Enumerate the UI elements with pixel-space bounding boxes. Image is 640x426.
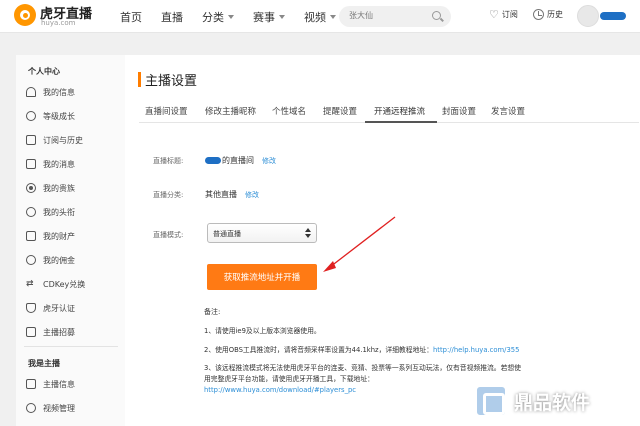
chevron-down-icon xyxy=(228,14,234,19)
tab-custom-domain[interactable]: 个性域名 xyxy=(272,105,306,117)
top-header: 虎牙直播 huya.com 首页 直播 分类 赛事 视频 张大仙 ♡ 订阅 历史 xyxy=(0,0,640,33)
message-icon xyxy=(26,159,36,169)
video-icon xyxy=(26,403,36,413)
subscribe-link[interactable]: ♡ 订阅 xyxy=(489,9,518,20)
page-title: 主播设置 xyxy=(145,74,198,89)
sidebar-item-messages[interactable]: 我的消息 xyxy=(26,156,75,172)
sidebar: 个人中心 我的信息 等级成长 订阅与历史 我的消息 我的贵族 我的头衔 我的财产… xyxy=(16,55,125,426)
help-link[interactable]: http://help.huya.com/355 xyxy=(433,346,519,354)
nav-home[interactable]: 首页 xyxy=(120,9,142,25)
clock-icon xyxy=(533,9,544,20)
sidebar-divider xyxy=(24,346,118,347)
sidebar-item-recruit[interactable]: 主播招募 xyxy=(26,324,75,340)
subscribe-label: 订阅 xyxy=(501,10,518,19)
username-redacted[interactable] xyxy=(600,12,626,20)
note-line-1: 1、请使用ie9及以上版本浏览器使用。 xyxy=(204,327,321,335)
logo-url: huya.com xyxy=(41,19,76,27)
subscribe-icon xyxy=(26,135,36,145)
stream-title-value: 的直播间 修改 xyxy=(205,155,276,166)
edit-title-link[interactable]: 修改 xyxy=(262,156,276,166)
sidebar-item-commission[interactable]: 我的佣金 xyxy=(26,252,75,268)
wallet-icon xyxy=(26,231,36,241)
cdkey-icon: ⇄ xyxy=(26,279,34,289)
main-nav: 首页 直播 分类 赛事 视频 xyxy=(120,0,355,33)
watermark: 鼎品软件 xyxy=(474,372,640,426)
huya-logo[interactable]: 虎牙直播 huya.com xyxy=(14,3,98,29)
chevron-down-icon xyxy=(330,14,336,19)
notes-title: 备注: xyxy=(204,308,221,316)
stream-category-value: 其他直播 修改 xyxy=(205,190,259,200)
sidebar-item-noble[interactable]: 我的贵族 xyxy=(26,180,75,196)
stream-mode-label: 直播模式: xyxy=(153,231,184,239)
sidebar-item-my-info[interactable]: 我的信息 xyxy=(26,84,75,100)
recruit-icon xyxy=(26,327,36,337)
tab-room-settings[interactable]: 直播间设置 xyxy=(145,105,188,117)
settings-tabs: 直播间设置 修改主播昵称 个性域名 提醒设置 开通远程推流 封面设置 发言设置 xyxy=(139,102,639,123)
stream-mode-value: 普通直播 xyxy=(213,230,241,238)
tab-chat[interactable]: 发言设置 xyxy=(491,105,525,117)
tab-edit-nickname[interactable]: 修改主播昵称 xyxy=(205,105,256,117)
active-tab-indicator xyxy=(365,121,437,123)
get-stream-url-button[interactable]: 获取推流地址并开播 xyxy=(207,264,317,290)
tab-cover[interactable]: 封面设置 xyxy=(442,105,476,117)
sidebar-item-video-manage[interactable]: 视频管理 xyxy=(26,400,75,416)
sidebar-item-cdkey[interactable]: ⇄ CDKey兑换 xyxy=(26,276,85,292)
download-link[interactable]: http://www.huya.com/download/#players_pc xyxy=(204,385,356,396)
commission-icon xyxy=(26,255,36,265)
sidebar-item-level[interactable]: 等级成长 xyxy=(26,108,75,124)
nav-category[interactable]: 分类 xyxy=(202,9,234,25)
search-input[interactable]: 张大仙 xyxy=(339,6,451,27)
sidebar-item-verification[interactable]: 虎牙认证 xyxy=(26,300,75,316)
stream-mode-select[interactable]: 普通直播 xyxy=(207,223,317,243)
note-line-2: 2、使用OBS工具推流时，请将音频采样率设置为44.1khz，详细教程地址：ht… xyxy=(204,346,520,354)
settings-panel: 主播设置 直播间设置 修改主播昵称 个性域名 提醒设置 开通远程推流 封面设置 … xyxy=(125,55,640,426)
tab-remote-stream[interactable]: 开通远程推流 xyxy=(374,105,425,117)
edit-category-link[interactable]: 修改 xyxy=(245,190,259,200)
nav-events[interactable]: 赛事 xyxy=(253,9,285,25)
history-link[interactable]: 历史 xyxy=(533,9,563,20)
home-icon xyxy=(26,87,36,97)
badge-icon xyxy=(26,207,36,217)
sidebar-item-streamer-info[interactable]: 主播信息 xyxy=(26,376,75,392)
tiger-eye-icon xyxy=(14,4,36,26)
select-arrows-icon xyxy=(305,228,311,239)
sidebar-item-titles[interactable]: 我的头衔 xyxy=(26,204,75,220)
noble-icon xyxy=(26,183,36,193)
medal-icon xyxy=(26,111,36,121)
search-icon[interactable] xyxy=(432,11,441,20)
tab-reminders[interactable]: 提醒设置 xyxy=(323,105,357,117)
chevron-down-icon xyxy=(279,14,285,19)
sidebar-item-assets[interactable]: 我的财产 xyxy=(26,228,75,244)
sidebar-group-streamer: 我是主播 xyxy=(28,359,60,368)
stream-category-label: 直播分类: xyxy=(153,191,184,199)
verify-icon xyxy=(26,303,36,313)
note-line-3b: 用完整虎牙平台功能，请使用虎牙开播工具，下载地址： xyxy=(204,375,374,383)
nav-video[interactable]: 视频 xyxy=(304,9,336,25)
watermark-text: 鼎品软件 xyxy=(514,392,591,414)
redacted-name xyxy=(205,157,221,164)
avatar[interactable] xyxy=(577,5,599,27)
title-accent-bar xyxy=(138,72,141,87)
history-label: 历史 xyxy=(547,10,563,19)
watermark-logo-icon xyxy=(474,384,508,418)
sidebar-item-subscriptions[interactable]: 订阅与历史 xyxy=(26,132,83,148)
sidebar-group-personal: 个人中心 xyxy=(28,67,60,76)
info-icon xyxy=(26,379,36,389)
nav-live[interactable]: 直播 xyxy=(161,9,183,25)
search-query: 张大仙 xyxy=(349,11,373,20)
stream-title-label: 直播标题: xyxy=(153,157,184,165)
heart-icon: ♡ xyxy=(489,8,499,21)
